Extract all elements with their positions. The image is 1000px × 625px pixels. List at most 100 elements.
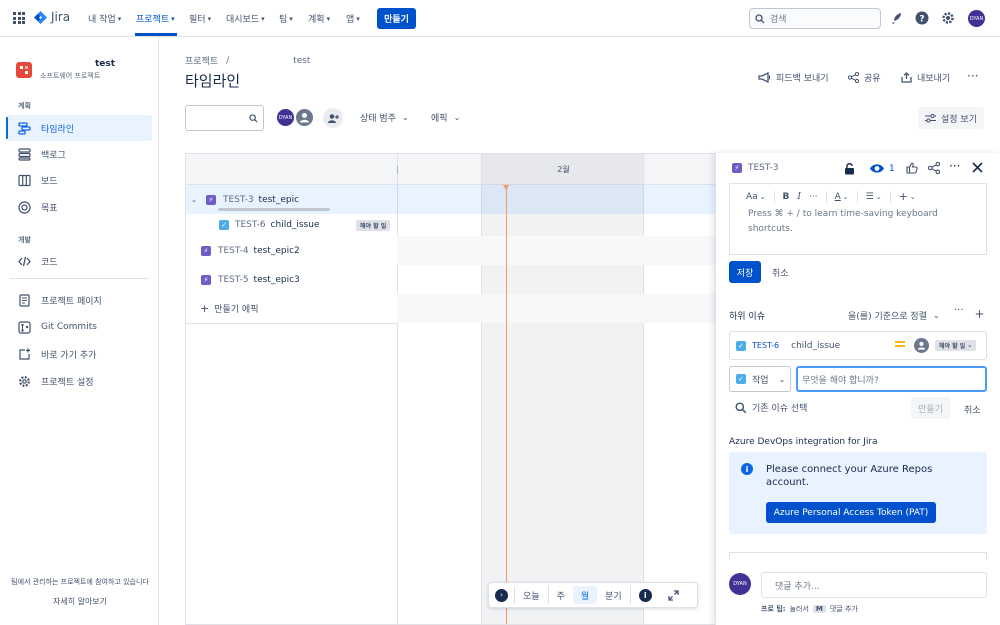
epic-filter[interactable]: 에픽 ⌄ (431, 111, 460, 124)
cancel-button[interactable]: 취소 (964, 403, 981, 416)
table-row[interactable]: ⚡ TEST-4 test_epic2 (186, 236, 715, 265)
list-item[interactable]: ✓ TEST-6 child_issue 해야 할 일 ⌄ (729, 331, 987, 360)
issue-type-select[interactable]: ✓ 작업 ⌄ (729, 366, 791, 392)
tab-week[interactable]: 주 (547, 586, 573, 604)
issue-key[interactable]: TEST-6 (752, 341, 779, 350)
bold-button[interactable]: B (783, 192, 790, 202)
info-button[interactable]: i (629, 586, 660, 604)
sidebar-item-project-pages[interactable]: 프로젝트 페이지 (6, 287, 152, 313)
feedback-button[interactable]: 피드백 보내기 (758, 71, 829, 84)
today-button[interactable]: 오늘 (514, 586, 548, 604)
thumbs-up-icon[interactable] (906, 162, 918, 177)
nav-filters[interactable]: 필터 ▾ (189, 12, 211, 26)
nav-plans[interactable]: 계획 ▾ (308, 12, 330, 26)
section-heading-dev: 개발 (18, 236, 31, 244)
export-button[interactable]: 내보내기 (901, 71, 950, 84)
sidebar-item-backlog[interactable]: 백로그 (6, 141, 152, 167)
learn-more-link[interactable]: 자세히 알아보기 (6, 596, 154, 607)
help-icon[interactable]: ? (914, 10, 930, 26)
chevron-down-icon: ⌄ (778, 374, 786, 384)
watch-button[interactable]: 1 (869, 163, 895, 174)
breadcrumb-project[interactable]: test (293, 56, 310, 66)
more-icon[interactable]: ··· (949, 159, 960, 173)
nav-label: 앱 (346, 15, 355, 25)
search-icon (735, 401, 747, 413)
timeline-search-input[interactable] (185, 105, 264, 131)
sort-dropdown[interactable]: 을(를) 기준으로 정렬 ⌄ (848, 309, 940, 322)
add-shortcut-icon (19, 348, 30, 360)
issue-key[interactable]: TEST-4 (218, 246, 249, 256)
text-color-button[interactable]: A (835, 192, 841, 202)
table-row[interactable]: ✓ TEST-6 child_issue 해야 할 일 (186, 214, 715, 236)
status-category-filter[interactable]: 상태 범주 ⌄ (360, 111, 409, 124)
fullscreen-button[interactable] (660, 586, 687, 604)
chevron-down-icon[interactable]: ⌄ (191, 196, 201, 204)
more-formatting-button[interactable]: ··· (809, 192, 818, 202)
status-badge[interactable]: 해야 할 일 (356, 220, 391, 231)
add-people-icon[interactable] (323, 108, 343, 128)
issue-summary[interactable]: child_issue (791, 341, 840, 351)
issue-summary[interactable]: child_issue (271, 220, 320, 230)
choose-existing-issue-button[interactable]: 기존 이슈 선택 (735, 401, 807, 414)
nav-teams[interactable]: 팀 ▾ (279, 12, 293, 26)
create-epic-row[interactable]: + 만들기 에픽 (186, 294, 715, 323)
avatar[interactable]: DYAN (968, 10, 985, 27)
chevron-down-icon: ⌄ (453, 113, 461, 122)
sidebar-item-code[interactable]: 코드 (6, 248, 152, 274)
issue-key[interactable]: TEST-6 (235, 220, 266, 230)
sidebar-item-add-shortcut[interactable]: 바로 가기 추가 (6, 341, 152, 367)
avatar[interactable] (914, 338, 929, 353)
unassigned-avatar-icon[interactable] (294, 107, 315, 128)
epic-icon: ⚡ (206, 194, 216, 205)
text-style-button[interactable]: Aa (746, 192, 758, 202)
status-dropdown[interactable]: 해야 할 일 ⌄ (935, 340, 977, 351)
app-switcher-icon[interactable] (13, 12, 25, 24)
view-settings-button[interactable]: 설정 보기 (918, 107, 984, 129)
issue-summary[interactable]: test_epic (259, 195, 299, 205)
sidebar-item-project-settings[interactable]: 프로젝트 설정 (6, 368, 152, 394)
avatar[interactable]: DYAN (275, 107, 296, 128)
tab-quarter[interactable]: 분기 (597, 586, 630, 604)
issue-summary[interactable]: test_epic2 (254, 246, 300, 256)
nav-apps[interactable]: 앱 ▾ (346, 12, 360, 26)
close-icon[interactable] (972, 162, 983, 176)
issue-summary[interactable]: test_epic3 (254, 275, 300, 285)
collapse-toggle[interactable]: › (489, 586, 514, 604)
create-child-button[interactable]: 만들기 (911, 397, 950, 419)
nav-projects[interactable]: 프로젝트 ▾ (136, 12, 175, 26)
sidebar-item-goals[interactable]: 목표 (6, 194, 152, 220)
notifications-icon[interactable] (888, 10, 904, 26)
more-actions-icon[interactable]: ··· (967, 69, 978, 83)
sidebar-item-timeline[interactable]: 타임라인 (6, 115, 152, 141)
list-button[interactable]: ☰ (866, 192, 874, 202)
nav-dashboards[interactable]: 대시보드 ▾ (226, 12, 265, 26)
issue-key[interactable]: TEST-5 (218, 275, 249, 285)
nav-my-work[interactable]: 내 작업 ▾ (88, 12, 121, 26)
table-row[interactable]: ⚡ TEST-5 test_epic3 (186, 265, 715, 294)
jira-logo[interactable]: Jira (34, 10, 70, 24)
more-icon[interactable]: ··· (954, 305, 964, 316)
azure-pat-button[interactable]: Azure Personal Access Token (PAT) (766, 502, 936, 523)
sidebar-item-git-commits[interactable]: Git Commits (6, 314, 152, 340)
settings-gear-icon[interactable] (940, 10, 956, 26)
add-child-icon[interactable]: + (972, 306, 987, 321)
new-child-issue-input[interactable]: 무엇을 해야 합니까? (796, 366, 987, 392)
italic-button[interactable]: I (797, 192, 801, 202)
share-button[interactable]: 공유 (848, 71, 881, 84)
issue-key[interactable]: TEST-3 (223, 195, 254, 205)
description-editor[interactable]: Press ⌘ + / to learn time-saving keyboar… (729, 201, 987, 255)
save-button[interactable]: 저장 (729, 261, 761, 283)
tab-month[interactable]: 월 (572, 586, 598, 604)
comment-input[interactable]: 댓글 추가... (761, 572, 987, 598)
search-input[interactable]: 검색 (749, 8, 881, 29)
cancel-button[interactable]: 취소 (772, 266, 789, 279)
issue-key[interactable]: TEST-3 (748, 163, 779, 173)
sidebar-item-board[interactable]: 보드 (6, 167, 152, 193)
share-icon[interactable] (927, 161, 941, 177)
lock-icon[interactable] (844, 162, 855, 178)
search-placeholder: 검색 (770, 15, 787, 25)
breadcrumb-projects[interactable]: 프로젝트 (185, 54, 218, 67)
project-name[interactable]: test (95, 59, 115, 69)
info-icon: i (741, 463, 753, 475)
create-button[interactable]: 만들기 (377, 8, 416, 29)
